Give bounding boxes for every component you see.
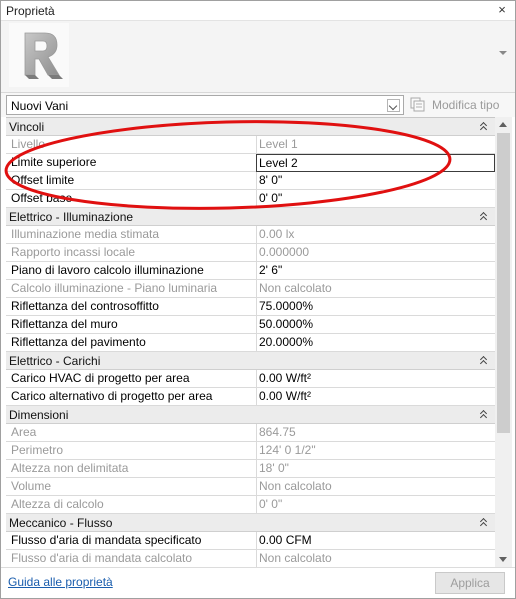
property-value[interactable]: 75.0000% bbox=[256, 298, 495, 316]
property-value[interactable]: 0' 0" bbox=[256, 190, 495, 208]
footer: Guida alle proprietà Applica bbox=[1, 567, 515, 598]
properties-palette: Proprietà × Nuovi Vani Modifica tipo Vin… bbox=[0, 0, 516, 599]
property-row: Volume Non calcolato bbox=[6, 478, 495, 496]
property-row: Illuminazione media stimata 0.00 lx bbox=[6, 226, 495, 244]
property-name: Riflettanza del controsoffitto bbox=[11, 299, 159, 313]
property-row: Flusso d'aria di mandata specificato 0.00… bbox=[6, 532, 495, 550]
property-name: Altezza di calcolo bbox=[11, 497, 104, 511]
group-header[interactable]: Vincoli bbox=[6, 118, 495, 136]
collapse-icon[interactable] bbox=[479, 211, 489, 223]
apply-button[interactable]: Applica bbox=[435, 572, 505, 594]
properties-grid: Vincoli Livello Level 1 Limite superiore Lev… bbox=[6, 117, 495, 567]
property-value[interactable]: Level 2 bbox=[256, 154, 495, 172]
property-row: Perimetro 124' 0 1/2" bbox=[6, 442, 495, 460]
property-name: Livello bbox=[11, 137, 46, 151]
property-row: Carico alternativo di progetto per area 0… bbox=[6, 388, 495, 406]
property-row: Carico HVAC di progetto per area 0.00 W/f… bbox=[6, 370, 495, 388]
scroll-up-icon[interactable] bbox=[499, 122, 507, 127]
property-value: 124' 0 1/2" bbox=[256, 442, 495, 460]
collapse-icon[interactable] bbox=[479, 121, 489, 133]
property-name: Flusso d'aria di mandata specificato bbox=[11, 533, 202, 547]
property-row: Flusso d'aria di mandata calcolato Non ca… bbox=[6, 550, 495, 567]
preview-dropdown-icon[interactable] bbox=[499, 51, 507, 55]
group-title: Dimensioni bbox=[9, 408, 69, 422]
property-name: Offset limite bbox=[11, 173, 75, 187]
property-name: Rapporto incassi locale bbox=[11, 245, 136, 259]
property-row: Piano di lavoro calcolo illuminazione 2' … bbox=[6, 262, 495, 280]
property-row: Riflettanza del pavimento 20.0000% bbox=[6, 334, 495, 352]
group-title: Elettrico - Carichi bbox=[9, 354, 101, 368]
property-name: Riflettanza del muro bbox=[11, 317, 118, 331]
chevron-down-icon[interactable] bbox=[387, 99, 400, 112]
property-value[interactable]: 0.00 CFM bbox=[256, 532, 495, 550]
property-row: Riflettanza del muro 50.0000% bbox=[6, 316, 495, 334]
property-name: Flusso d'aria di mandata calcolato bbox=[11, 551, 193, 565]
edit-type-label: Modifica tipo bbox=[432, 98, 500, 112]
property-row: Limite superiore Level 2 bbox=[6, 154, 495, 172]
property-row: Rapporto incassi locale 0.000000 bbox=[6, 244, 495, 262]
properties-scrollbar[interactable] bbox=[495, 117, 512, 567]
property-row: Altezza non delimitata 18' 0" bbox=[6, 460, 495, 478]
title-bar: Proprietà × bbox=[1, 1, 515, 21]
group-header[interactable]: Meccanico - Flusso bbox=[6, 514, 495, 532]
property-name: Piano di lavoro calcolo illuminazione bbox=[11, 263, 204, 277]
property-name: Area bbox=[11, 425, 37, 439]
properties-help-link[interactable]: Guida alle proprietà bbox=[8, 575, 113, 589]
property-row: Calcolo illuminazione - Piano luminaria N… bbox=[6, 280, 495, 298]
group-title: Vincoli bbox=[9, 120, 45, 134]
property-name: Illuminazione media stimata bbox=[11, 227, 160, 241]
property-name: Volume bbox=[11, 479, 52, 493]
property-value[interactable]: 0.00 W/ft² bbox=[256, 388, 495, 406]
property-value: 864.75 bbox=[256, 424, 495, 442]
group-title: Meccanico - Flusso bbox=[9, 516, 113, 530]
scrollbar-thumb[interactable] bbox=[497, 133, 510, 433]
property-row: Area 864.75 bbox=[6, 424, 495, 442]
property-value: 0.000000 bbox=[256, 244, 495, 262]
property-row: Altezza di calcolo 0' 0" bbox=[6, 496, 495, 514]
collapse-icon[interactable] bbox=[479, 409, 489, 421]
property-value: Non calcolato bbox=[256, 550, 495, 567]
property-name: Offset base bbox=[11, 191, 73, 205]
property-value[interactable]: 0.00 W/ft² bbox=[256, 370, 495, 388]
type-selector-dropdown[interactable]: Nuovi Vani bbox=[6, 95, 404, 115]
property-name: Carico HVAC di progetto per area bbox=[11, 371, 190, 385]
property-name: Limite superiore bbox=[11, 155, 97, 169]
revit-logo-icon bbox=[9, 23, 69, 87]
property-name: Calcolo illuminazione - Piano luminaria bbox=[11, 281, 218, 295]
property-name: Perimetro bbox=[11, 443, 64, 457]
property-row: Riflettanza del controsoffitto 75.0000% bbox=[6, 298, 495, 316]
property-value: Level 1 bbox=[256, 136, 495, 154]
property-row: Offset limite 8' 0" bbox=[6, 172, 495, 190]
property-name: Carico alternativo di progetto per area bbox=[11, 389, 213, 403]
group-header[interactable]: Dimensioni bbox=[6, 406, 495, 424]
edit-type-button[interactable]: Modifica tipo bbox=[410, 95, 510, 115]
collapse-icon[interactable] bbox=[479, 517, 489, 529]
group-title: Elettrico - Illuminazione bbox=[9, 210, 134, 224]
edit-type-icon bbox=[410, 97, 426, 112]
scroll-down-icon[interactable] bbox=[499, 557, 507, 562]
property-name: Riflettanza del pavimento bbox=[11, 335, 146, 349]
property-value: 0' 0" bbox=[256, 496, 495, 514]
close-icon[interactable]: × bbox=[495, 2, 509, 18]
property-value[interactable]: 8' 0" bbox=[256, 172, 495, 190]
property-value: Non calcolato bbox=[256, 478, 495, 496]
property-row: Offset base 0' 0" bbox=[6, 190, 495, 208]
property-value: 18' 0" bbox=[256, 460, 495, 478]
panel-title: Proprietà bbox=[6, 4, 55, 18]
type-selector-value: Nuovi Vani bbox=[11, 99, 69, 113]
property-value: Non calcolato bbox=[256, 280, 495, 298]
property-name: Altezza non delimitata bbox=[11, 461, 129, 475]
group-header[interactable]: Elettrico - Illuminazione bbox=[6, 208, 495, 226]
group-header[interactable]: Elettrico - Carichi bbox=[6, 352, 495, 370]
property-value[interactable]: 20.0000% bbox=[256, 334, 495, 352]
collapse-icon[interactable] bbox=[479, 355, 489, 367]
type-preview bbox=[1, 21, 515, 93]
type-selector-bar: Nuovi Vani Modifica tipo bbox=[1, 93, 515, 117]
property-value[interactable]: 50.0000% bbox=[256, 316, 495, 334]
property-value: 0.00 lx bbox=[256, 226, 495, 244]
property-value[interactable]: 2' 6" bbox=[256, 262, 495, 280]
property-row: Livello Level 1 bbox=[6, 136, 495, 154]
